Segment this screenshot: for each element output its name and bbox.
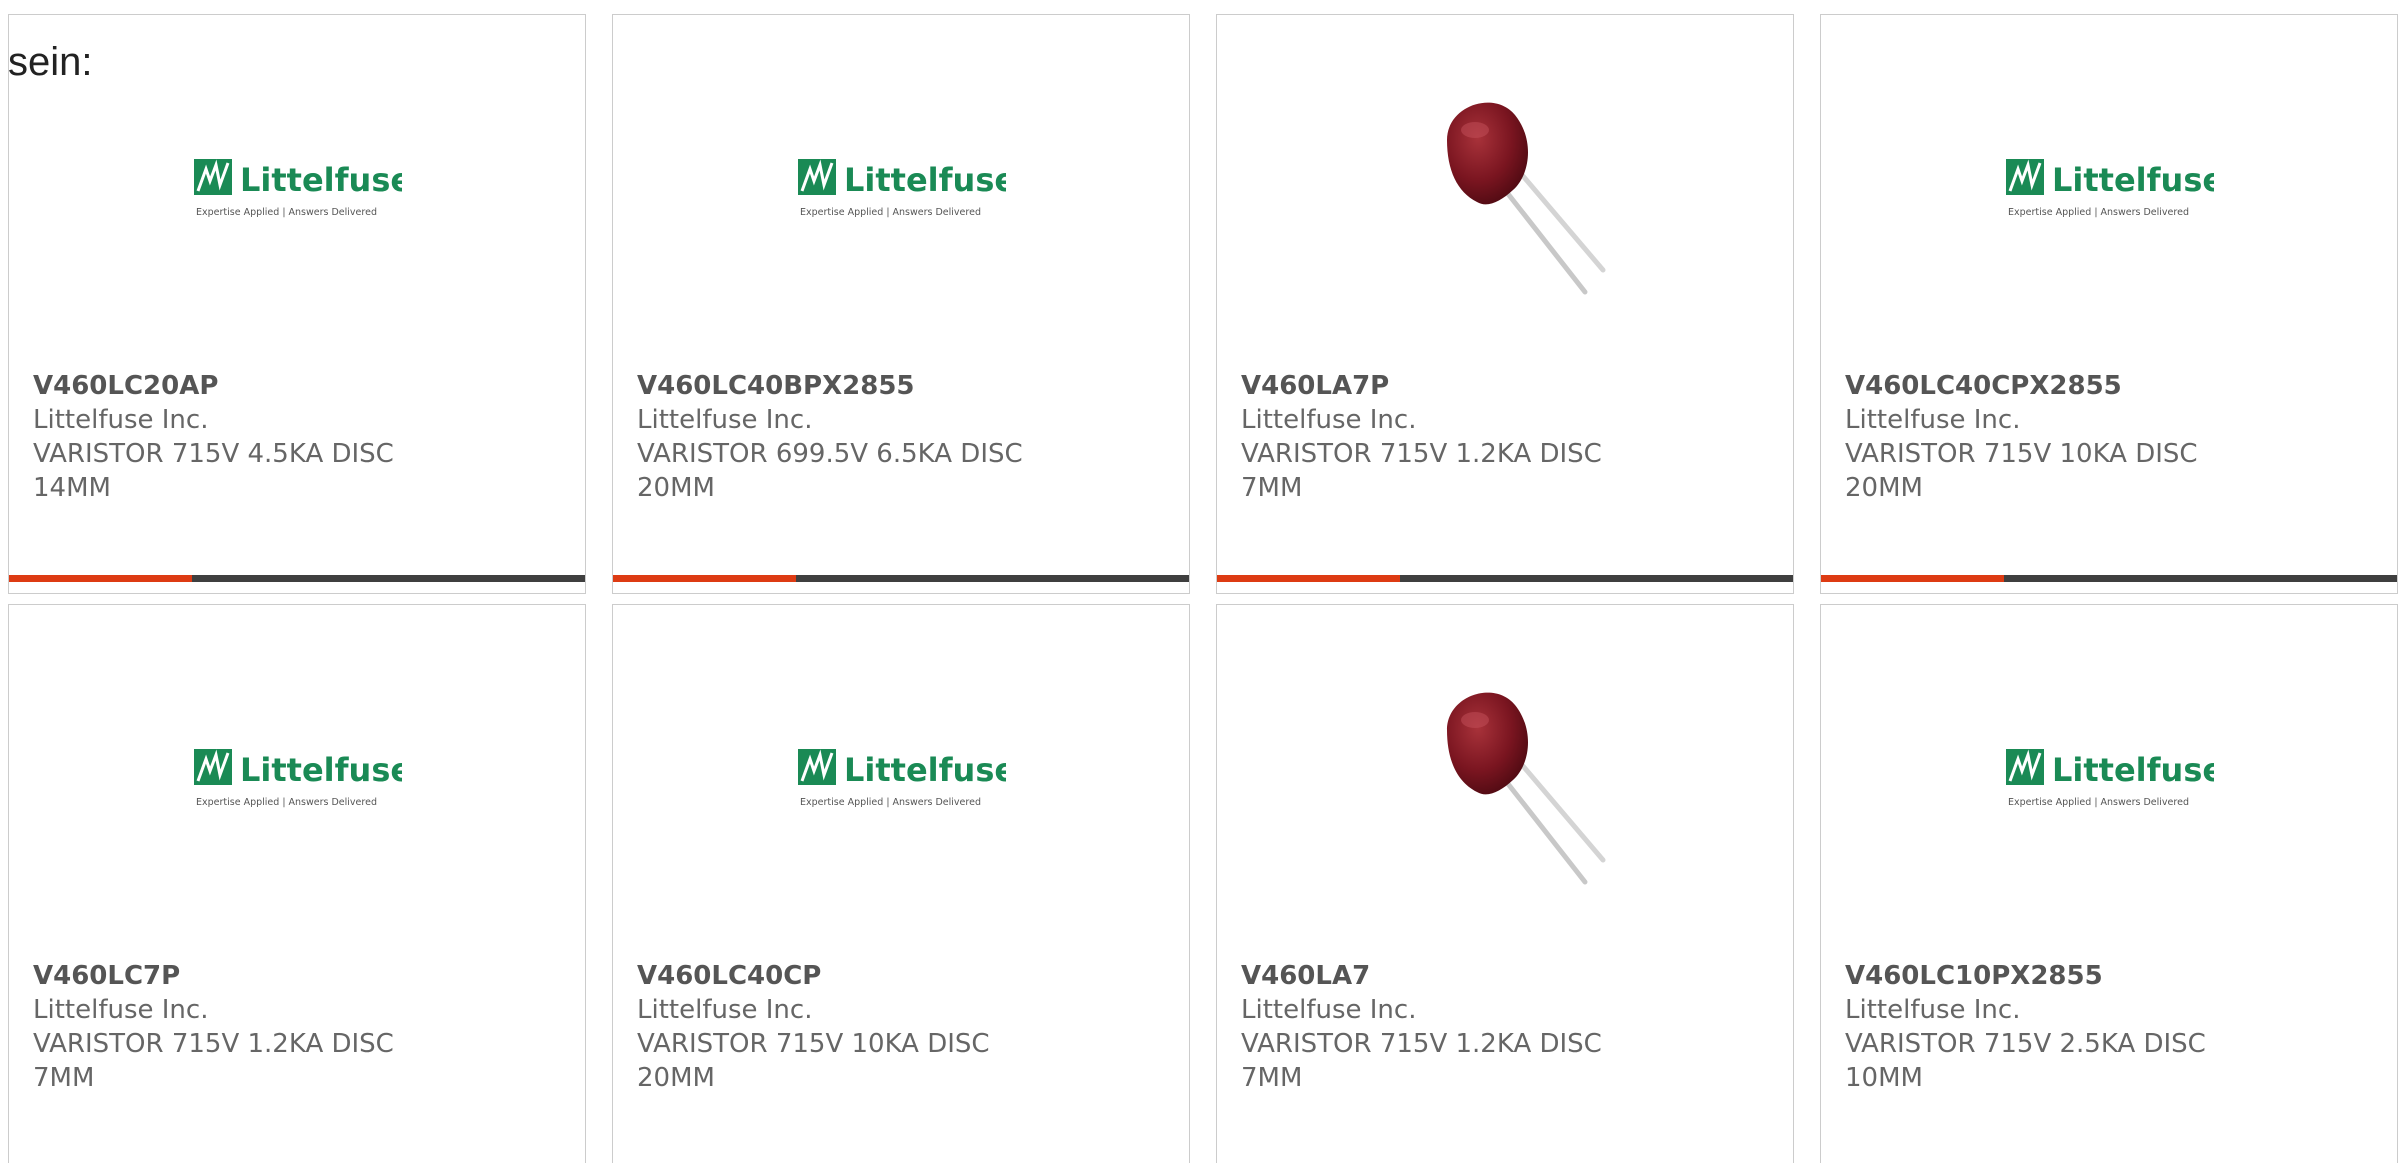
product-card[interactable]: Littelfuse Expertise Applied | Answers D… xyxy=(8,604,586,1163)
card-hover-bar-accent xyxy=(9,575,192,582)
littelfuse-logo-icon: Littelfuse Expertise Applied | Answers D… xyxy=(194,159,402,218)
product-info: V460LC7P Littelfuse Inc. VARISTOR 715V 1.2… xyxy=(33,959,433,1095)
product-description: VARISTOR 715V 1.2KA DISC 7MM xyxy=(1241,439,1602,503)
product-info: V460LC20AP Littelfuse Inc. VARISTOR 715V 4… xyxy=(33,369,433,505)
product-image[interactable] xyxy=(1217,75,1793,305)
product-description: VARISTOR 715V 1.2KA DISC 7MM xyxy=(33,1029,394,1093)
card-hover-bar-accent xyxy=(1217,575,1400,582)
product-card[interactable]: Littelfuse Expertise Applied | Answers D… xyxy=(8,14,586,594)
product-manufacturer: Littelfuse Inc. xyxy=(1845,995,2021,1025)
product-image[interactable]: Littelfuse Expertise Applied | Answers D… xyxy=(9,665,585,895)
product-description: VARISTOR 715V 4.5KA DISC 14MM xyxy=(33,439,394,503)
card-hover-bar xyxy=(1217,575,1793,582)
logo-tagline-text: Expertise Applied | Answers Delivered xyxy=(800,207,981,218)
product-card[interactable]: V460LA7 Littelfuse Inc. VARISTOR 715V 1.2K… xyxy=(1216,604,1794,1163)
product-part-number[interactable]: V460LC40CPX2855 xyxy=(1845,369,2245,403)
littelfuse-logo-icon: Littelfuse Expertise Applied | Answers D… xyxy=(194,749,402,808)
product-image[interactable]: Littelfuse Expertise Applied | Answers D… xyxy=(9,75,585,305)
product-manufacturer: Littelfuse Inc. xyxy=(1845,405,2021,435)
product-part-number[interactable]: V460LC40CP xyxy=(637,959,1037,993)
product-card[interactable]: Littelfuse Expertise Applied | Answers D… xyxy=(612,14,1190,594)
logo-brand-text: Littelfuse xyxy=(240,751,402,789)
product-info: V460LC40CPX2855 Littelfuse Inc. VARISTOR 7… xyxy=(1845,369,2245,505)
logo-brand-text: Littelfuse xyxy=(240,161,402,199)
product-description: VARISTOR 715V 1.2KA DISC 7MM xyxy=(1241,1029,1602,1093)
product-manufacturer: Littelfuse Inc. xyxy=(637,995,813,1025)
product-part-number[interactable]: V460LC20AP xyxy=(33,369,433,403)
product-card[interactable]: Littelfuse Expertise Applied | Answers D… xyxy=(1820,14,2398,594)
logo-tagline-text: Expertise Applied | Answers Delivered xyxy=(196,797,377,808)
intro-text: sein: xyxy=(8,40,93,84)
logo-brand-text: Littelfuse xyxy=(2052,161,2214,199)
varistor-photo-icon xyxy=(1447,692,1606,885)
product-manufacturer: Littelfuse Inc. xyxy=(637,405,813,435)
card-hover-bar xyxy=(1821,575,2397,582)
varistor-photo-icon xyxy=(1447,102,1606,295)
product-manufacturer: Littelfuse Inc. xyxy=(33,405,209,435)
product-manufacturer: Littelfuse Inc. xyxy=(1241,995,1417,1025)
product-image[interactable]: Littelfuse Expertise Applied | Answers D… xyxy=(1821,75,2397,305)
product-manufacturer: Littelfuse Inc. xyxy=(1241,405,1417,435)
logo-tagline-text: Expertise Applied | Answers Delivered xyxy=(196,207,377,218)
card-hover-bar xyxy=(613,575,1189,582)
product-part-number[interactable]: V460LA7P xyxy=(1241,369,1641,403)
card-hover-bar-accent xyxy=(613,575,796,582)
product-description: VARISTOR 715V 10KA DISC 20MM xyxy=(1845,439,2198,503)
littelfuse-logo-icon: Littelfuse Expertise Applied | Answers D… xyxy=(2006,749,2214,808)
card-hover-bar xyxy=(9,575,585,582)
product-part-number[interactable]: V460LC10PX2855 xyxy=(1845,959,2245,993)
product-card[interactable]: Littelfuse Expertise Applied | Answers D… xyxy=(612,604,1190,1163)
product-image[interactable]: Littelfuse Expertise Applied | Answers D… xyxy=(613,75,1189,305)
product-info: V460LC10PX2855 Littelfuse Inc. VARISTOR 71… xyxy=(1845,959,2245,1095)
littelfuse-logo-icon: Littelfuse Expertise Applied | Answers D… xyxy=(2006,159,2214,218)
product-info: V460LA7 Littelfuse Inc. VARISTOR 715V 1.2K… xyxy=(1241,959,1641,1095)
logo-tagline-text: Expertise Applied | Answers Delivered xyxy=(800,797,981,808)
logo-tagline-text: Expertise Applied | Answers Delivered xyxy=(2008,207,2189,218)
logo-brand-text: Littelfuse xyxy=(2052,751,2214,789)
product-description: VARISTOR 715V 10KA DISC 20MM xyxy=(637,1029,990,1093)
littelfuse-logo-icon: Littelfuse Expertise Applied | Answers D… xyxy=(798,159,1006,218)
product-part-number[interactable]: V460LC40BPX2855 xyxy=(637,369,1037,403)
littelfuse-logo-icon: Littelfuse Expertise Applied | Answers D… xyxy=(798,749,1006,808)
product-part-number[interactable]: V460LA7 xyxy=(1241,959,1641,993)
logo-brand-text: Littelfuse xyxy=(844,161,1006,199)
product-card[interactable]: V460LA7P Littelfuse Inc. VARISTOR 715V 1.2… xyxy=(1216,14,1794,594)
product-manufacturer: Littelfuse Inc. xyxy=(33,995,209,1025)
product-image[interactable]: Littelfuse Expertise Applied | Answers D… xyxy=(613,665,1189,895)
product-info: V460LC40BPX2855 Littelfuse Inc. VARISTOR 6… xyxy=(637,369,1037,505)
product-info: V460LC40CP Littelfuse Inc. VARISTOR 715V 1… xyxy=(637,959,1037,1095)
product-image[interactable] xyxy=(1217,665,1793,895)
product-card[interactable]: Littelfuse Expertise Applied | Answers D… xyxy=(1820,604,2398,1163)
logo-brand-text: Littelfuse xyxy=(844,751,1006,789)
product-part-number[interactable]: V460LC7P xyxy=(33,959,433,993)
product-image[interactable]: Littelfuse Expertise Applied | Answers D… xyxy=(1821,665,2397,895)
card-hover-bar-accent xyxy=(1821,575,2004,582)
product-description: VARISTOR 715V 2.5KA DISC 10MM xyxy=(1845,1029,2206,1093)
product-grid-page: sein: Littelfuse Expertise Applied | Ans… xyxy=(0,0,2400,1163)
product-info: V460LA7P Littelfuse Inc. VARISTOR 715V 1.2… xyxy=(1241,369,1641,505)
logo-tagline-text: Expertise Applied | Answers Delivered xyxy=(2008,797,2189,808)
product-description: VARISTOR 699.5V 6.5KA DISC 20MM xyxy=(637,439,1023,503)
